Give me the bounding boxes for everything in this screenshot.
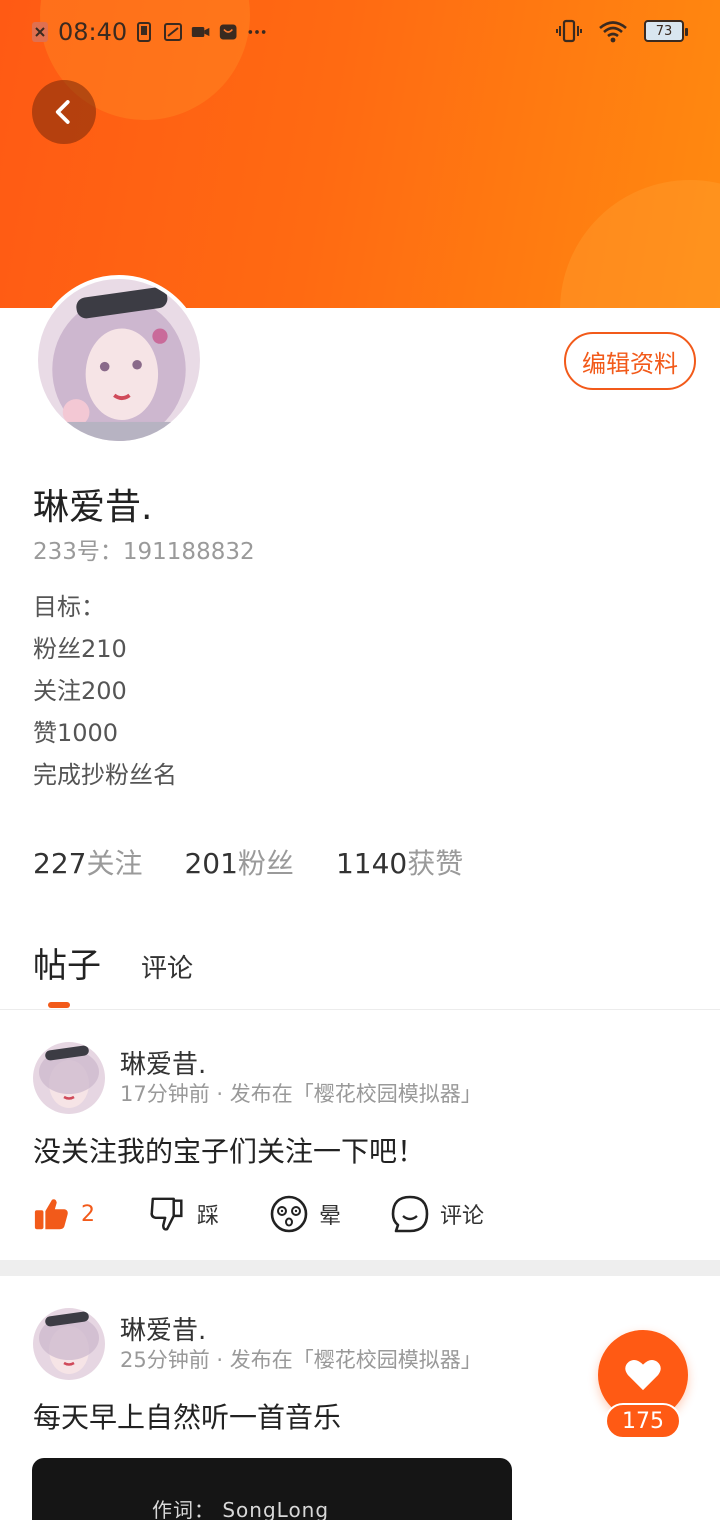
post-author-avatar[interactable]	[33, 1042, 105, 1114]
like-button[interactable]: 2	[33, 1195, 149, 1233]
post-meta: 17分钟前 · 发布在「樱花校园模拟器」	[120, 1082, 482, 1106]
bio-line: 赞1000	[33, 719, 119, 747]
dizzy-button[interactable]: 晕	[269, 1194, 390, 1234]
back-button[interactable]	[32, 80, 96, 144]
post-actions: 2 踩 晕 评论	[33, 1194, 484, 1234]
avatar-image	[33, 1042, 105, 1114]
dizzy-face-icon	[270, 1195, 308, 1233]
profile-id: 233号：191188832	[33, 539, 255, 565]
profile-bio: 目标： 粉丝210 关注200 赞1000 完成抄粉丝名	[33, 586, 177, 796]
header-decoration	[560, 180, 720, 308]
thumbs-up-icon	[34, 1199, 68, 1230]
chevron-left-icon	[55, 100, 70, 124]
profile-tabs: 帖子 评论	[33, 938, 193, 987]
video-icon	[192, 27, 210, 37]
dislike-label: 踩	[197, 1204, 220, 1229]
battery-icon: 73	[644, 20, 688, 42]
comment-button[interactable]: 评论	[390, 1194, 484, 1234]
following-stat[interactable]: 227 关注	[33, 842, 142, 882]
status-bar: 08:40 73	[0, 0, 720, 64]
floating-like-count: 175	[605, 1403, 681, 1439]
divider	[0, 1009, 720, 1010]
post-author-avatar[interactable]	[33, 1308, 105, 1380]
avatar-image	[33, 1308, 105, 1380]
post-author-name[interactable]: 琳爱昔.	[120, 1310, 206, 1347]
like-count: 2	[81, 1201, 95, 1227]
thumbs-down-icon	[150, 1197, 183, 1231]
tab-posts[interactable]: 帖子	[33, 938, 101, 987]
vibrate-icon	[556, 19, 582, 43]
bio-line: 目标：	[33, 593, 105, 621]
media-caption: 作词： SongLong	[152, 1498, 330, 1520]
likes-stat[interactable]: 1140 获赞	[336, 842, 463, 882]
shopping-icon	[220, 24, 237, 40]
status-bar-left: 08:40	[30, 18, 267, 46]
comment-label: 评论	[440, 1204, 485, 1229]
app-notification-icon	[164, 23, 183, 41]
post-author-name[interactable]: 琳爱昔.	[120, 1044, 206, 1081]
profile-name: 琳爱昔.	[33, 487, 153, 528]
status-bar-right: 73	[556, 18, 688, 44]
followers-count: 201	[184, 847, 238, 880]
comment-icon	[391, 1195, 429, 1233]
tab-comments[interactable]: 评论	[141, 948, 193, 985]
dizzy-label: 晕	[319, 1204, 342, 1229]
likes-label: 获赞	[407, 847, 464, 880]
followers-stat[interactable]: 201 粉丝	[184, 842, 293, 882]
post-meta: 25分钟前 · 发布在「樱花校园模拟器」	[120, 1348, 482, 1372]
profile-stats: 227 关注 201 粉丝 1140 获赞	[33, 842, 463, 882]
edit-profile-button[interactable]: 编辑资料	[564, 332, 696, 390]
followers-label: 粉丝	[237, 847, 294, 880]
avatar-image	[38, 279, 200, 441]
post-text[interactable]: 没关注我的宝子们关注一下吧！	[33, 1130, 425, 1170]
sim-icon	[32, 22, 48, 42]
dislike-button[interactable]: 踩	[149, 1195, 269, 1233]
following-count: 227	[33, 847, 87, 880]
bio-line: 关注200	[33, 677, 127, 705]
wifi-icon	[599, 21, 627, 43]
tab-active-indicator	[48, 1002, 70, 1008]
profile-avatar[interactable]	[34, 275, 204, 445]
heart-icon	[625, 1359, 661, 1391]
bio-line: 完成抄粉丝名	[33, 761, 177, 789]
following-label: 关注	[86, 847, 143, 880]
bio-line: 粉丝210	[33, 635, 127, 663]
likes-count: 1140	[335, 847, 408, 880]
post-separator	[0, 1260, 720, 1276]
more-dots-icon	[248, 30, 266, 34]
status-time: 08:40	[58, 18, 128, 46]
post-media-video[interactable]: 作词： SongLong	[32, 1458, 512, 1520]
post-text[interactable]: 每天早上自然听一首音乐	[33, 1396, 341, 1436]
phone-icon	[137, 22, 152, 42]
